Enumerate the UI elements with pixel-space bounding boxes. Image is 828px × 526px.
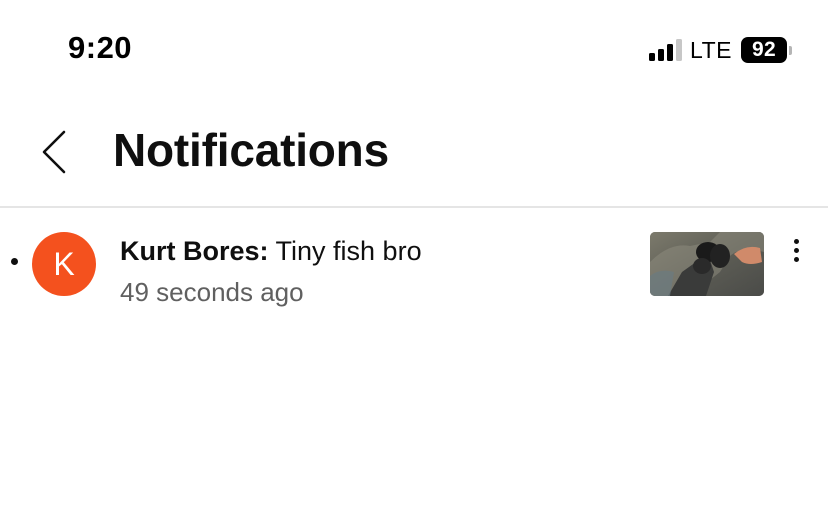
signal-bar [676, 39, 683, 61]
notification-body: Tiny fish bro [275, 236, 422, 266]
status-time: 9:20 [68, 30, 133, 65]
battery-level: 92 [741, 37, 787, 63]
signal-bar [649, 53, 656, 61]
notification-item[interactable]: K Kurt Bores: Tiny fish bro 49 seconds a… [0, 208, 828, 318]
chevron-left-icon [42, 130, 66, 174]
notification-timestamp: 49 seconds ago [120, 277, 304, 307]
more-vertical-icon [793, 256, 799, 262]
notification-message: Kurt Bores: Tiny fish bro [120, 236, 422, 267]
cellular-signal-icon [649, 39, 683, 61]
video-thumbnail[interactable] [650, 232, 764, 296]
signal-bar [658, 49, 665, 61]
battery-icon: 92 [741, 37, 792, 63]
unread-indicator [11, 258, 18, 265]
page-title: Notifications [113, 124, 389, 176]
battery-cap [789, 45, 792, 55]
status-indicators: LTE 92 [649, 36, 792, 64]
network-type: LTE [690, 36, 732, 63]
notification-author: Kurt Bores: [120, 236, 269, 266]
status-bar: 9:20 LTE 92 [0, 0, 828, 100]
more-vertical-icon [793, 247, 799, 253]
back-button[interactable] [30, 128, 78, 176]
more-vertical-icon [793, 238, 799, 244]
page-header: Notifications [0, 100, 828, 208]
more-options-button[interactable] [780, 234, 812, 266]
avatar[interactable]: K [32, 232, 96, 296]
thumbnail-image [650, 232, 764, 296]
signal-bar [667, 44, 674, 61]
